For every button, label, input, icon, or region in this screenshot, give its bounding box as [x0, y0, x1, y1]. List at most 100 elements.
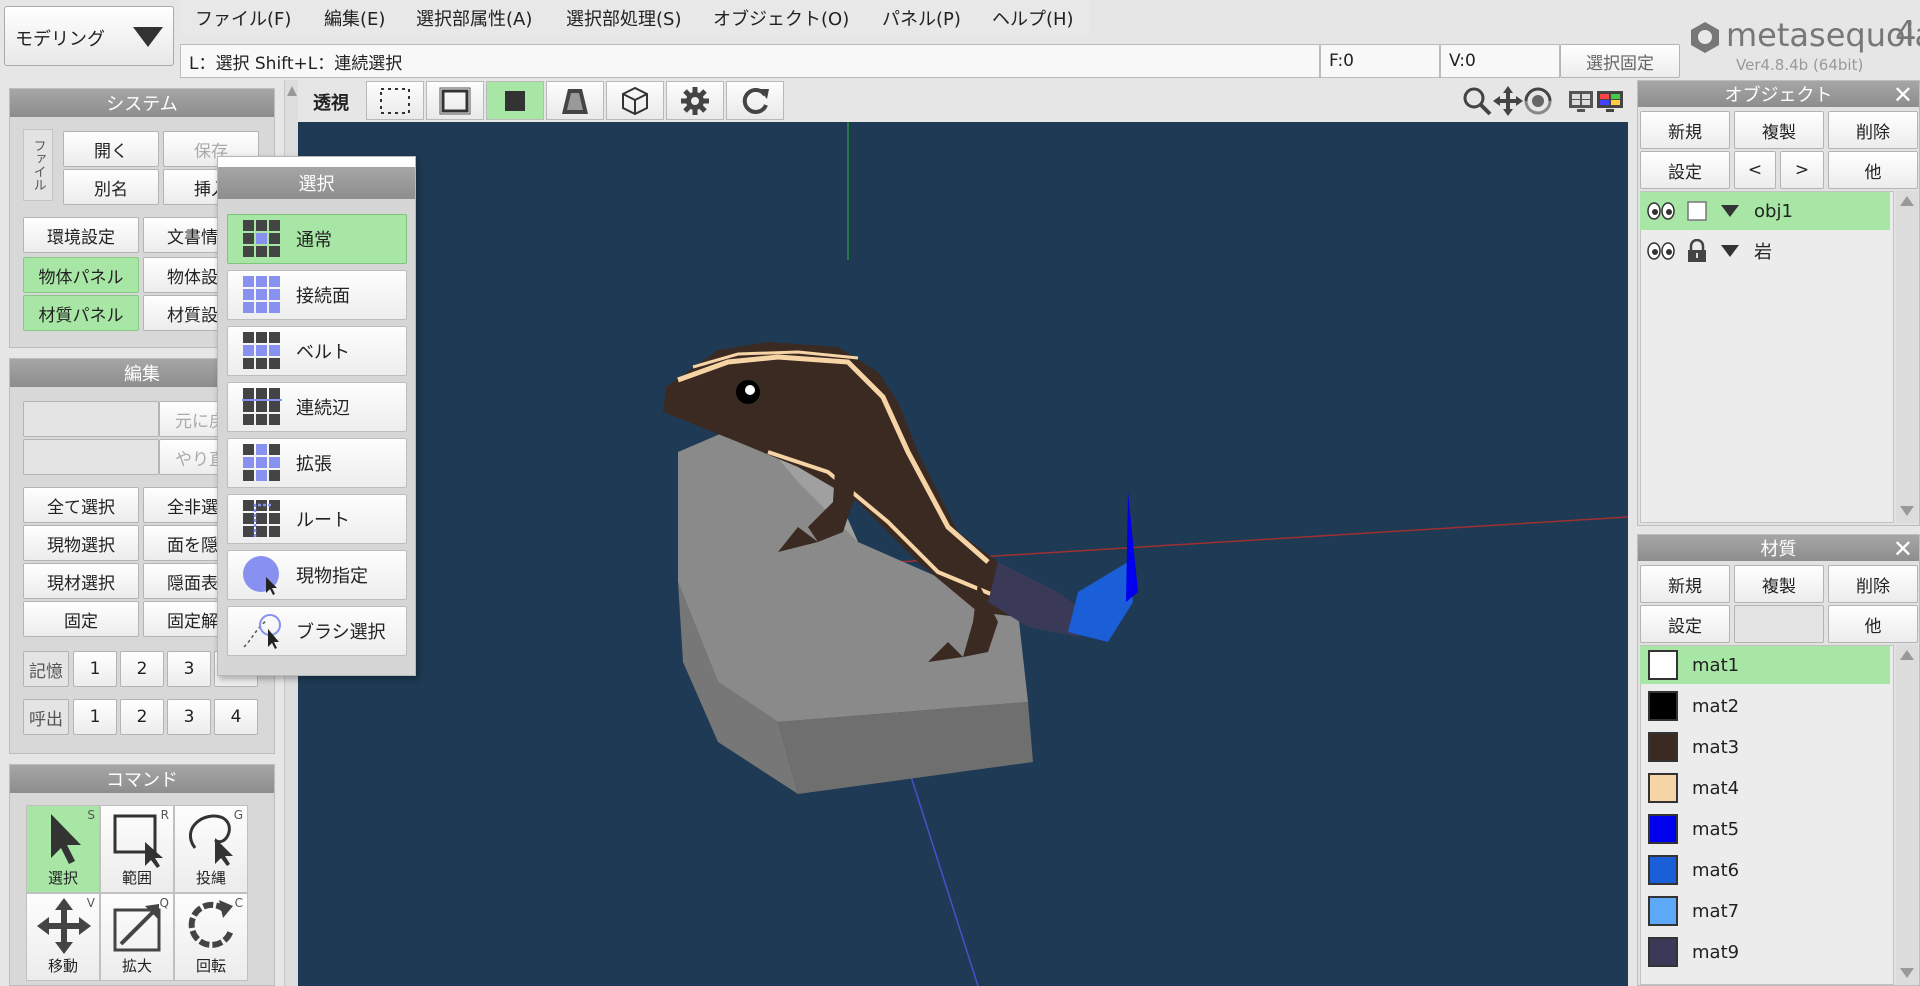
close-icon[interactable]: ✕	[1893, 82, 1913, 108]
save-as-button[interactable]: 別名	[63, 169, 159, 205]
select-mode-normal[interactable]: 通常	[227, 214, 407, 264]
menu-file[interactable]: ファイル(F)	[195, 0, 291, 36]
recall-slot-4[interactable]: 4	[214, 699, 258, 735]
object-other-button[interactable]: 他	[1828, 151, 1918, 189]
visibility-eye-icon[interactable]	[1646, 241, 1676, 261]
object-list-scrollbar[interactable]	[1896, 191, 1918, 523]
fix-button[interactable]: 固定	[23, 601, 139, 637]
memory-slot-2[interactable]: 2	[120, 651, 164, 687]
object-delete-button[interactable]: 削除	[1828, 111, 1918, 149]
object-new-button[interactable]: 新規	[1640, 111, 1730, 149]
material-list-scrollbar[interactable]	[1896, 645, 1918, 985]
select-mode-current-object[interactable]: 現物指定	[227, 550, 407, 600]
select-mode-expand[interactable]: 拡張	[227, 438, 407, 488]
select-mode-brush[interactable]: ブラシ選択	[227, 606, 407, 656]
rotate-view-icon[interactable]	[1522, 85, 1554, 117]
select-mode-route[interactable]: ルート	[227, 494, 407, 544]
zoom-icon[interactable]	[1462, 86, 1492, 116]
material-color-swatch[interactable]	[1648, 814, 1678, 844]
multi-view-icon[interactable]	[1596, 88, 1624, 114]
select-current-object-button[interactable]: 現物選択	[23, 525, 139, 561]
material-duplicate-button[interactable]: 複製	[1734, 565, 1824, 603]
tool-select[interactable]: S 選択	[26, 805, 100, 893]
select-mode-edge-loop[interactable]: 連続辺	[227, 382, 407, 432]
material-color-swatch[interactable]	[1648, 732, 1678, 762]
tool-rotate-label: 回転	[195, 957, 226, 975]
select-mode-belt[interactable]: ベルト	[227, 326, 407, 376]
viewport-3d[interactable]	[298, 122, 1628, 986]
material-row[interactable]: mat5	[1640, 810, 1890, 848]
toolbar-shading-button[interactable]	[546, 81, 604, 120]
toolbar-edge-button[interactable]	[426, 81, 484, 120]
toolbar-refresh-button[interactable]	[726, 81, 784, 120]
material-color-swatch[interactable]	[1648, 896, 1678, 926]
recall-label: 呼出	[23, 699, 69, 735]
unlock-checkbox-icon[interactable]	[1686, 200, 1708, 222]
expand-triangle-icon[interactable]	[1720, 244, 1740, 258]
scroll-up-arrow-icon	[287, 86, 297, 96]
object-panel-toggle[interactable]: 物体パネル	[23, 257, 139, 293]
menu-help[interactable]: ヘルプ(H)	[992, 0, 1074, 36]
tool-move[interactable]: V 移動	[26, 893, 100, 981]
memory-slot-3[interactable]: 3	[167, 651, 211, 687]
close-icon[interactable]: ✕	[1893, 536, 1913, 562]
object-settings-button-right[interactable]: 設定	[1640, 151, 1730, 189]
memory-slot-1[interactable]: 1	[73, 651, 117, 687]
material-color-swatch[interactable]	[1648, 855, 1678, 885]
material-row[interactable]: mat4	[1640, 769, 1890, 807]
object-row-rock[interactable]: 岩	[1640, 232, 1890, 270]
tool-range[interactable]: R 範囲	[100, 805, 174, 893]
menu-selection-process[interactable]: 選択部処理(S)	[566, 0, 681, 36]
memory-slot-1-label: 1	[89, 659, 101, 679]
toolbar-vertex-button[interactable]	[366, 81, 424, 120]
material-row[interactable]: mat1	[1640, 646, 1890, 684]
tool-lasso[interactable]: G 投縄	[174, 805, 248, 893]
material-color-swatch[interactable]	[1648, 691, 1678, 721]
pan-icon[interactable]	[1492, 85, 1524, 117]
material-settings-button-right[interactable]: 設定	[1640, 605, 1730, 643]
open-button[interactable]: 開く	[63, 131, 159, 167]
toolbar-wire-button[interactable]	[606, 81, 664, 120]
lock-selection-button[interactable]: 選択固定	[1560, 44, 1680, 78]
material-panel-toggle[interactable]: 材質パネル	[23, 295, 139, 331]
material-row[interactable]: mat2	[1640, 687, 1890, 725]
recall-slot-3[interactable]: 3	[167, 699, 211, 735]
select-mode-connected[interactable]: 接続面	[227, 270, 407, 320]
material-color-swatch[interactable]	[1648, 937, 1678, 967]
expand-triangle-icon[interactable]	[1720, 204, 1740, 218]
lock-icon[interactable]	[1686, 239, 1708, 263]
menu-object[interactable]: オブジェクト(O)	[713, 0, 849, 36]
object-delete-label: 削除	[1856, 122, 1890, 143]
material-other-button[interactable]: 他	[1828, 605, 1918, 643]
object-next-button[interactable]: >	[1780, 151, 1824, 189]
material-row[interactable]: mat6	[1640, 851, 1890, 889]
material-row[interactable]: mat9	[1640, 933, 1890, 971]
tool-rotate[interactable]: C 回転	[174, 893, 248, 981]
menu-panel[interactable]: パネル(P)	[882, 0, 961, 36]
recall-slot-2[interactable]: 2	[120, 699, 164, 735]
preferences-button[interactable]: 環境設定	[23, 217, 139, 253]
material-color-swatch[interactable]	[1648, 773, 1678, 803]
object-duplicate-button[interactable]: 複製	[1734, 111, 1824, 149]
tool-scale[interactable]: Q 拡大	[100, 893, 174, 981]
menu-selection-attr[interactable]: 選択部属性(A)	[416, 0, 532, 36]
menu-edit[interactable]: 編集(E)	[324, 0, 385, 36]
select-all-button[interactable]: 全て選択	[23, 487, 139, 523]
object-prev-button[interactable]: <	[1734, 151, 1776, 189]
object-row-obj1[interactable]: obj1	[1640, 192, 1890, 230]
material-row[interactable]: mat3	[1640, 728, 1890, 766]
visibility-eye-icon[interactable]	[1646, 201, 1676, 221]
recall-slot-1[interactable]: 1	[73, 699, 117, 735]
mode-select[interactable]: モデリング	[4, 6, 174, 66]
edge-loop-icon	[242, 388, 282, 425]
select-current-material-button[interactable]: 現材選択	[23, 563, 139, 599]
face-count: F:0	[1320, 44, 1440, 78]
single-view-icon[interactable]	[1568, 88, 1594, 114]
toolbar-face-button[interactable]	[486, 81, 544, 120]
toolbar-settings-button[interactable]	[666, 81, 724, 120]
material-row[interactable]: mat7	[1640, 892, 1890, 930]
material-new-button[interactable]: 新規	[1640, 565, 1730, 603]
material-color-swatch[interactable]	[1648, 650, 1678, 680]
material-delete-button[interactable]: 削除	[1828, 565, 1918, 603]
view-mode-label[interactable]: 透視	[313, 89, 349, 115]
